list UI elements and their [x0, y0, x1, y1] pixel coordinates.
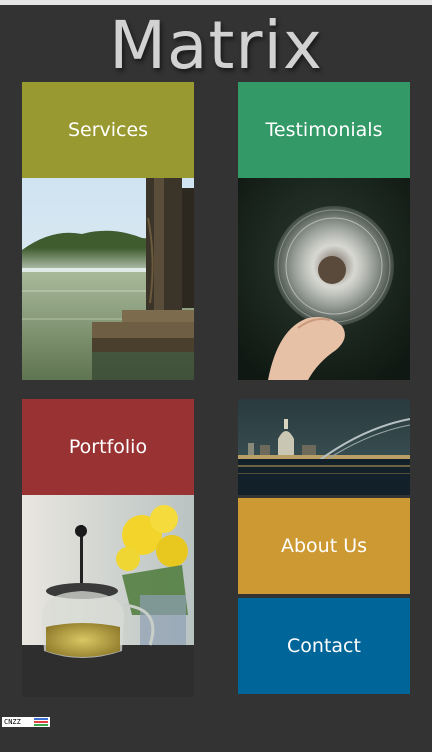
portfolio-label: Portfolio — [68, 436, 148, 458]
testimonials-tile[interactable]: Testimonials — [238, 82, 410, 178]
cnzz-counter-badge[interactable]: CNZZ — [2, 717, 50, 727]
dandelion-photo — [238, 178, 410, 380]
city-night-photo — [238, 399, 410, 495]
services-tile[interactable]: Services — [22, 82, 194, 178]
contact-tile[interactable]: Contact — [238, 598, 410, 694]
site-title: Matrix — [109, 7, 323, 84]
about-us-label: About Us — [280, 535, 368, 557]
portfolio-tile[interactable]: Portfolio — [22, 399, 194, 495]
lake-dock-photo — [22, 178, 194, 380]
counter-bars-icon — [34, 718, 48, 726]
services-label: Services — [67, 119, 149, 141]
teapot-flowers-photo — [22, 495, 194, 697]
testimonials-label: Testimonials — [265, 119, 383, 141]
about-us-tile[interactable]: About Us — [238, 498, 410, 594]
top-bar — [0, 0, 432, 5]
contact-label: Contact — [287, 635, 361, 657]
counter-label: CNZZ — [4, 718, 21, 726]
